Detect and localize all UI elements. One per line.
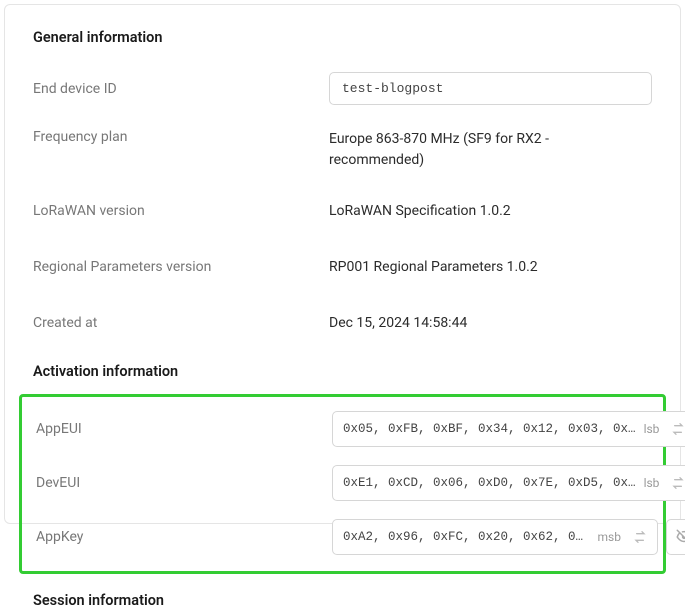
appkey-label: AppKey xyxy=(36,529,332,545)
row-frequency-plan: Frequency plan Europe 863-870 MHz (SF9 f… xyxy=(33,129,652,171)
appkey-value: 0xA2, 0x96, 0xFC, 0x20, 0x62, 0xE… xyxy=(343,530,590,544)
row-created-at: Created at Dec 15, 2024 14:58:44 xyxy=(33,307,652,339)
deveui-byte-order-toggle[interactable]: lsb xyxy=(642,476,662,490)
appeui-field[interactable]: 0x05, 0xFB, 0xBF, 0x34, 0x12, 0x03, 0x… … xyxy=(332,411,685,447)
general-info-title: General information xyxy=(33,29,652,46)
device-panel: General information End device ID Freque… xyxy=(4,4,681,524)
session-info-title: Session information xyxy=(33,592,652,609)
regional-params-value: RP001 Regional Parameters 1.0.2 xyxy=(329,257,538,278)
row-device-id: End device ID xyxy=(33,72,652,105)
deveui-label: DevEUI xyxy=(36,475,332,491)
appkey-field[interactable]: 0xA2, 0x96, 0xFC, 0x20, 0x62, 0xE… msb xyxy=(332,519,658,555)
frequency-plan-value: Europe 863-870 MHz (SF9 for RX2 - recomm… xyxy=(329,129,629,171)
frequency-plan-label: Frequency plan xyxy=(33,129,329,145)
activation-highlight: AppEUI 0x05, 0xFB, 0xBF, 0x34, 0x12, 0x0… xyxy=(19,394,666,574)
lorawan-version-value: LoRaWAN Specification 1.0.2 xyxy=(329,201,511,222)
device-id-label: End device ID xyxy=(33,81,329,97)
appkey-byte-order-toggle[interactable]: msb xyxy=(596,530,623,544)
row-appkey: AppKey 0xA2, 0x96, 0xFC, 0x20, 0x62, 0xE… xyxy=(22,519,663,555)
appeui-label: AppEUI xyxy=(36,421,332,437)
activation-info-title: Activation information xyxy=(33,363,652,380)
deveui-value: 0xE1, 0xCD, 0x06, 0xD0, 0x7E, 0xD5, 0x… xyxy=(343,476,636,490)
swap-icon[interactable] xyxy=(629,526,651,548)
deveui-field[interactable]: 0xE1, 0xCD, 0x06, 0xD0, 0x7E, 0xD5, 0x… … xyxy=(332,465,685,501)
appkey-field-wrap: 0xA2, 0x96, 0xFC, 0x20, 0x62, 0xE… msb xyxy=(332,519,685,555)
appeui-value: 0x05, 0xFB, 0xBF, 0x34, 0x12, 0x03, 0x… xyxy=(343,422,636,436)
regional-params-label: Regional Parameters version xyxy=(33,259,329,275)
visibility-toggle-button[interactable] xyxy=(666,519,685,555)
appeui-byte-order-toggle[interactable]: lsb xyxy=(642,422,662,436)
lorawan-version-label: LoRaWAN version xyxy=(33,203,329,219)
created-at-value: Dec 15, 2024 14:58:44 xyxy=(329,313,467,334)
row-deveui: DevEUI 0xE1, 0xCD, 0x06, 0xD0, 0x7E, 0xD… xyxy=(22,465,663,501)
row-lorawan-version: LoRaWAN version LoRaWAN Specification 1.… xyxy=(33,195,652,227)
created-at-label: Created at xyxy=(33,315,329,331)
row-regional-params: Regional Parameters version RP001 Region… xyxy=(33,251,652,283)
eye-off-icon xyxy=(675,528,685,546)
swap-icon[interactable] xyxy=(667,472,685,494)
swap-icon[interactable] xyxy=(667,418,685,440)
row-appeui: AppEUI 0x05, 0xFB, 0xBF, 0x34, 0x12, 0x0… xyxy=(22,411,663,447)
device-id-input[interactable] xyxy=(329,72,652,105)
